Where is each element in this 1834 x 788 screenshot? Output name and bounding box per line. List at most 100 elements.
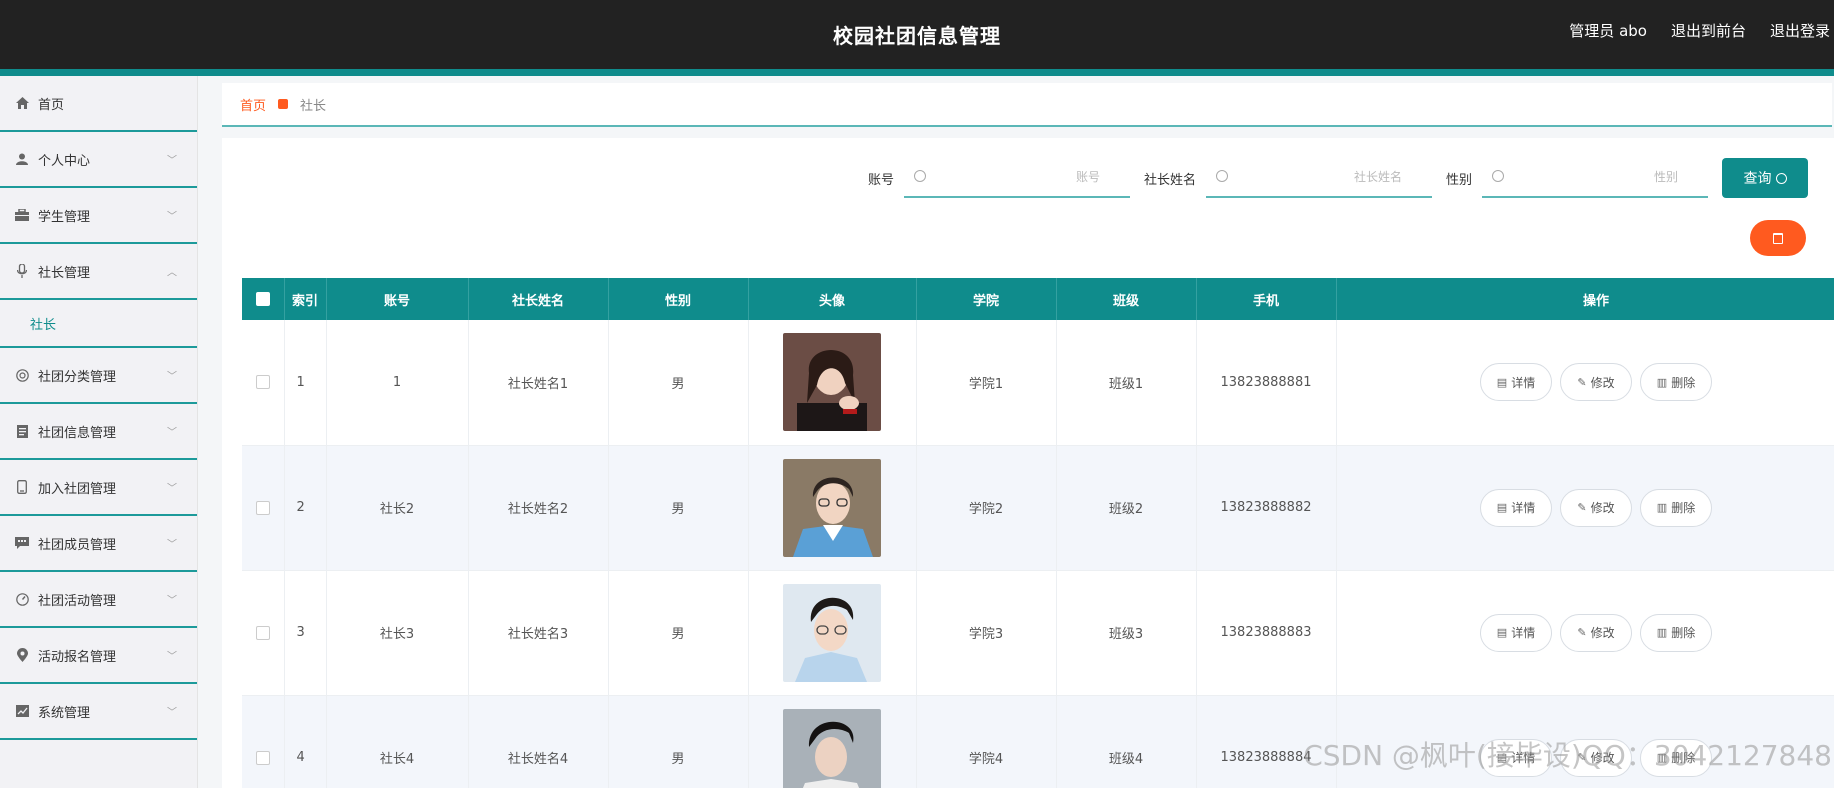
avatar-cell xyxy=(748,320,917,446)
chevron-down-icon: ﹀ xyxy=(167,595,177,607)
column-header: 操作 xyxy=(1336,278,1834,320)
table-row: 4 社长4 社长姓名4 男 学院4 班级4 13823888884 ▤ 详情 ✎ 修… xyxy=(242,695,1834,788)
detail-button[interactable]: ▤ 详情 xyxy=(1480,738,1552,777)
delete-button[interactable]: ▥ 删除 xyxy=(1640,363,1712,402)
row-checkbox[interactable] xyxy=(255,750,270,765)
edit-button[interactable]: ✎ 修改 xyxy=(1560,363,1632,402)
class-cell: 班级4 xyxy=(1056,695,1197,788)
president-table: 索引 账号 社长姓名 性别 头像 学院 班级 手机 操作 1 1 社长姓名1 男 xyxy=(242,278,1834,788)
avatar xyxy=(783,333,881,432)
detail-label: 详情 xyxy=(1511,501,1536,515)
gender-cell: 男 xyxy=(608,445,749,571)
sidebar-item-label: 社团活动管理 xyxy=(38,593,117,609)
sidebar-item-club-info-mgmt[interactable]: 社团信息管理 ﹀ xyxy=(0,404,197,460)
delete-button[interactable]: ▥ 删除 xyxy=(1640,613,1712,652)
sidebar-item-label: 社长管理 xyxy=(38,265,91,281)
sidebar-item-activity-signup-mgmt[interactable]: 活动报名管理 ﹀ xyxy=(0,628,197,684)
sidebar-item-club-member-mgmt[interactable]: 社团成员管理 ﹀ xyxy=(0,516,197,572)
chart-icon xyxy=(14,703,30,719)
edit-label: 修改 xyxy=(1590,375,1615,390)
account-label: 账号 xyxy=(867,172,894,188)
sidebar-item-label: 系统管理 xyxy=(38,705,91,721)
delete-button[interactable]: ▥ 删除 xyxy=(1640,488,1712,527)
trash-icon: ▥ xyxy=(1656,626,1668,639)
chevron-down-icon: ﹀ xyxy=(167,539,177,551)
document-icon: ▤ xyxy=(1496,375,1508,389)
avatar xyxy=(783,583,881,682)
column-header: 账号 xyxy=(326,278,469,320)
detail-label: 详情 xyxy=(1511,626,1536,640)
chevron-down-icon: ﹀ xyxy=(167,651,177,663)
detail-button[interactable]: ▤ 详情 xyxy=(1480,488,1552,527)
college-cell: 学院2 xyxy=(916,445,1057,571)
index-cell: 2 xyxy=(284,445,327,571)
row-select-cell[interactable] xyxy=(242,320,285,446)
gender-field xyxy=(1482,158,1708,198)
table-row: 3 社长3 社长姓名3 男 学院3 班级3 13823888883 ▤ 详情 ✎ 修… xyxy=(242,570,1834,696)
row-checkbox[interactable] xyxy=(255,375,270,390)
detail-button[interactable]: ▤ 详情 xyxy=(1480,613,1552,652)
detail-button[interactable]: ▤ 详情 xyxy=(1480,363,1552,402)
query-button-label: 查询 xyxy=(1743,171,1772,187)
president-name-label: 社长姓名 xyxy=(1143,172,1196,188)
chevron-up-icon: ︿ xyxy=(167,267,177,279)
edit-button[interactable]: ✎ 修改 xyxy=(1560,613,1632,652)
college-cell: 学院3 xyxy=(916,570,1057,696)
class-cell: 班级2 xyxy=(1056,445,1197,571)
table-header-row: 索引 账号 社长姓名 性别 头像 学院 班级 手机 操作 xyxy=(242,278,1834,320)
top-bar: 校园社团信息管理 管理员 abo 退出到前台 退出登录 xyxy=(0,0,1834,76)
batch-delete-button[interactable] xyxy=(1750,220,1806,256)
column-header: 手机 xyxy=(1196,278,1337,320)
logout-link[interactable]: 退出登录 xyxy=(1770,20,1830,41)
query-button[interactable]: 查询 xyxy=(1722,158,1808,198)
exit-to-front-link[interactable]: 退出到前台 xyxy=(1671,20,1746,41)
sidebar-item-label: 加入社团管理 xyxy=(38,481,117,497)
row-checkbox[interactable] xyxy=(255,625,270,640)
gender-input[interactable] xyxy=(1482,158,1708,196)
gauge-icon xyxy=(14,591,30,607)
document-icon: ▤ xyxy=(1496,751,1508,764)
breadcrumb-current: 社长 xyxy=(300,98,327,114)
account-input[interactable] xyxy=(903,158,1130,196)
gender-label: 性别 xyxy=(1445,172,1472,188)
sidebar-item-join-club-mgmt[interactable]: 加入社团管理 ﹀ xyxy=(0,460,197,516)
sidebar-item-president-mgmt[interactable]: 社长管理 ︿ xyxy=(0,244,197,300)
column-header: 索引 xyxy=(284,278,327,320)
sidebar-item-club-category-mgmt[interactable]: 社团分类管理 ﹀ xyxy=(0,348,197,404)
account-cell: 1 xyxy=(326,320,469,446)
sidebar-item-system-mgmt[interactable]: 系统管理 ﹀ xyxy=(0,684,197,740)
chevron-down-icon: ﹀ xyxy=(167,707,177,719)
edit-button[interactable]: ✎ 修改 xyxy=(1560,738,1632,777)
pencil-icon: ✎ xyxy=(1577,501,1587,514)
sidebar-subitem-president[interactable]: 社长 xyxy=(0,300,197,348)
phone-cell: 13823888882 xyxy=(1196,445,1337,571)
row-select-cell[interactable] xyxy=(242,445,285,571)
breadcrumb-home[interactable]: 首页 xyxy=(240,95,266,114)
name-cell: 社长姓名2 xyxy=(468,445,609,571)
president-name-input[interactable] xyxy=(1205,158,1432,196)
sidebar-item-label: 社团分类管理 xyxy=(38,369,117,385)
sidebar-item-personal-center[interactable]: 个人中心 ﹀ xyxy=(0,132,197,188)
account-field xyxy=(903,158,1130,198)
class-cell: 班级3 xyxy=(1056,570,1197,696)
row-checkbox[interactable] xyxy=(255,500,270,515)
row-select-cell[interactable] xyxy=(242,570,285,696)
delete-button[interactable]: ▥ 删除 xyxy=(1640,738,1712,777)
row-select-cell[interactable] xyxy=(242,695,285,788)
column-header: 性别 xyxy=(608,278,749,320)
sidebar-item-club-activity-mgmt[interactable]: 社团活动管理 ﹀ xyxy=(0,572,197,628)
select-all-cell[interactable] xyxy=(242,278,285,320)
sidebar-item-home[interactable]: 首页 xyxy=(0,76,197,132)
pencil-icon: ✎ xyxy=(1577,626,1587,639)
college-cell: 学院4 xyxy=(916,695,1057,788)
gender-cell: 男 xyxy=(608,695,749,788)
column-header: 学院 xyxy=(916,278,1057,320)
sidebar: 首页 个人中心 ﹀ 学生管理 ﹀ 社长管理 ︿ 社长 社团分类管理 ﹀ 社团信息… xyxy=(0,76,198,788)
app-title: 校园社团信息管理 xyxy=(833,24,1001,48)
sidebar-item-student-mgmt[interactable]: 学生管理 ﹀ xyxy=(0,188,197,244)
phone-cell: 13823888884 xyxy=(1196,695,1337,788)
user-icon xyxy=(14,151,30,167)
select-all-checkbox[interactable] xyxy=(255,292,270,306)
admin-user[interactable]: 管理员 abo xyxy=(1569,20,1647,41)
edit-button[interactable]: ✎ 修改 xyxy=(1560,488,1632,527)
